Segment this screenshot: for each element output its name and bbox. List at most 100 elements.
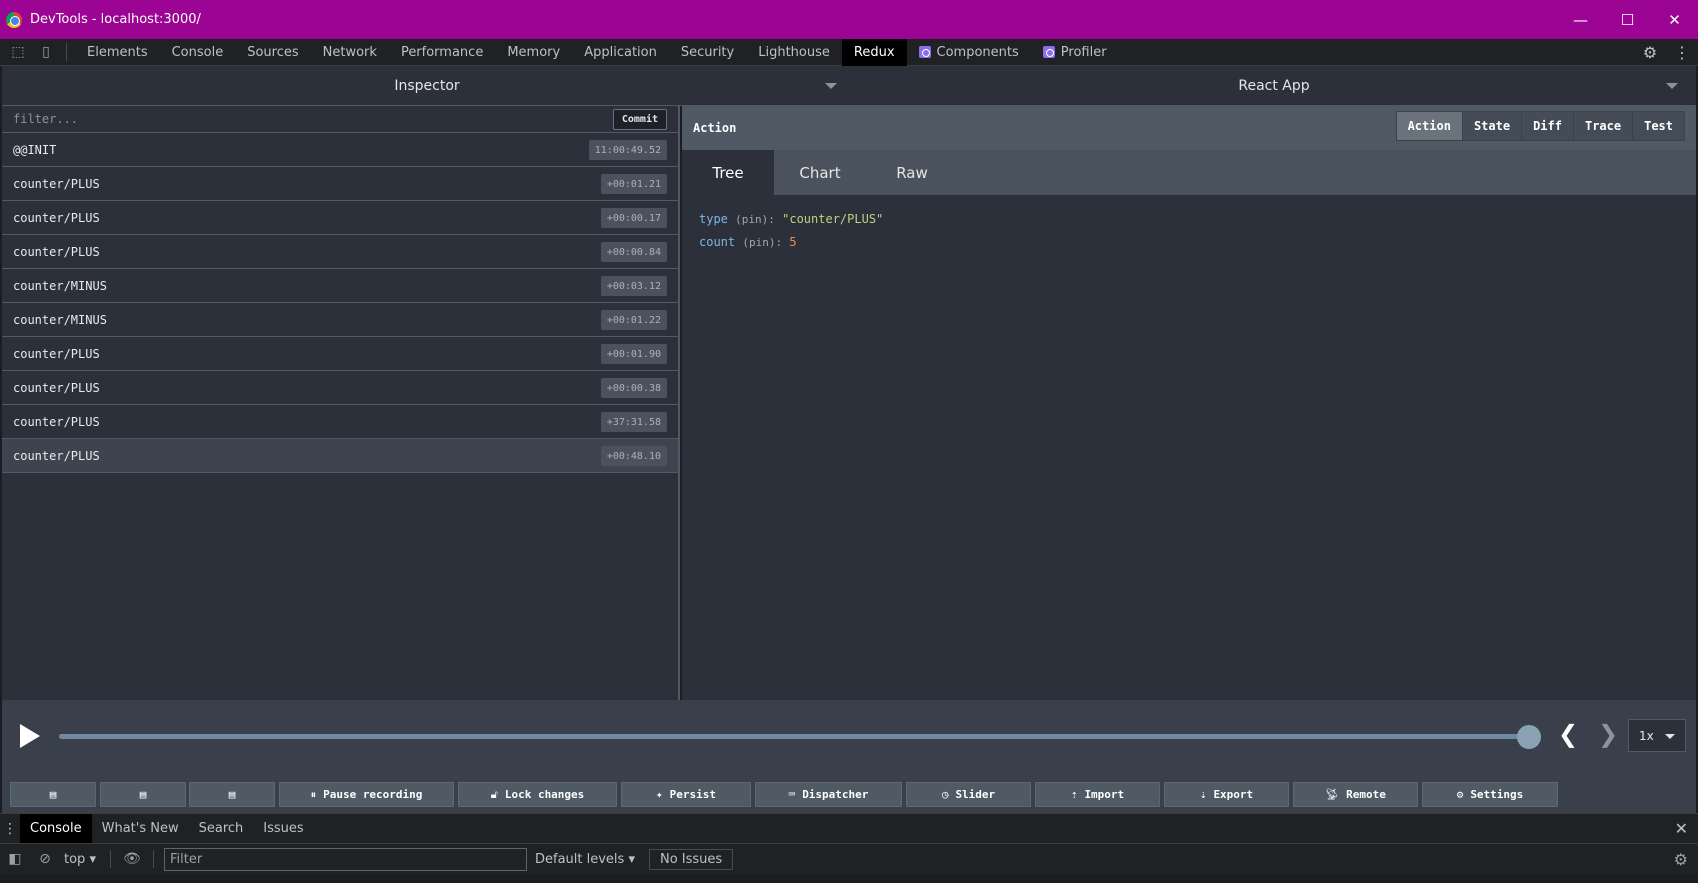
settings-button[interactable]: ⚙ Settings [1422,782,1558,807]
tree-node-pin[interactable]: (pin): [735,213,775,226]
device-toolbar-icon[interactable]: ▯ [32,44,60,60]
more-options-icon[interactable]: ⋮ [1666,43,1698,62]
next-action-chevron-right-icon[interactable]: ❯ [1598,720,1618,748]
action-timestamp-badge: +00:48.10 [600,446,667,466]
drawer-menu-icon[interactable]: ⋮ [0,821,20,837]
devtools-tab-application[interactable]: Application [572,39,669,66]
dock-left-icon: ▤ [49,788,57,801]
action-list-item[interactable]: counter/MINUS +00:03.12 [2,269,678,303]
devtools-tab-sources[interactable]: Sources [235,39,310,66]
drawer-tab-what-s-new[interactable]: What's New [92,814,189,844]
devtools-tab-security[interactable]: Security [669,39,746,66]
inspect-element-icon[interactable]: ⬚ [4,44,32,60]
log-levels-select[interactable]: Default levels ▾ [535,852,635,867]
window-title: DevTools - localhost:3000/ [30,12,201,27]
context-select[interactable]: top ▾ [60,852,104,867]
instance-select[interactable]: React App [852,66,1696,106]
action-filter-input[interactable] [2,106,602,132]
devtools-tab-network[interactable]: Network [311,39,389,66]
action-list-item[interactable]: @@INIT 11:00:49.52 [2,133,678,167]
action-list-item[interactable]: counter/PLUS +00:00.17 [2,201,678,235]
devtools-tab-console[interactable]: Console [160,39,236,66]
devtools-tab-redux[interactable]: Redux [841,38,907,66]
filter-row: Commit [2,106,678,133]
tree-node-key: type [699,212,728,226]
export-button[interactable]: ⇣ Export [1164,782,1289,807]
action-name: counter/PLUS [13,448,100,463]
action-list-item[interactable]: counter/PLUS +00:00.84 [2,235,678,269]
action-timestamp-badge: +00:00.84 [600,242,667,262]
subtab-tree[interactable]: Tree [682,150,774,195]
mode-button-diff[interactable]: Diff [1522,112,1574,140]
devtools-tab-lighthouse[interactable]: Lighthouse [746,39,842,66]
issues-counter-button[interactable]: No Issues [648,848,734,870]
close-window-button[interactable]: ✕ [1651,0,1698,39]
console-filter-input[interactable] [163,847,527,871]
drawer-tab-search[interactable]: Search [189,814,254,844]
action-list-item[interactable]: counter/PLUS +00:01.90 [2,337,678,371]
subtab-chart[interactable]: Chart [774,150,866,195]
devtools-tab-performance[interactable]: Performance [389,39,495,66]
remote-button[interactable]: 📡︎ Remote [1293,782,1418,807]
drawer-tab-console[interactable]: Console [20,813,92,844]
action-list-item[interactable]: counter/MINUS +00:01.22 [2,303,678,337]
instance-select-chevron-down-icon[interactable] [1666,83,1678,89]
devtools-tab-label: Components [936,44,1019,60]
tree-node-pin[interactable]: (pin): [742,236,782,249]
action-name: counter/PLUS [13,244,100,259]
sidebar-toggle-icon[interactable]: ◧ [0,851,30,867]
mode-button-test[interactable]: Test [1633,112,1684,140]
maximize-button[interactable]: ☐ [1604,0,1651,39]
monitor-select-chevron-down-icon[interactable] [825,83,837,89]
minimize-button[interactable]: — [1557,0,1604,39]
previous-action-chevron-left-icon[interactable]: ❮ [1558,720,1578,748]
dispatcher-button[interactable]: ⌨ Dispatcher [755,782,902,807]
mode-button-state[interactable]: State [1462,112,1523,140]
action-timestamp-badge: +00:01.22 [600,310,667,330]
close-drawer-icon[interactable]: ✕ [1675,819,1688,838]
timeline-slider-thumb[interactable] [1517,725,1541,749]
devtools-tab-elements[interactable]: Elements [75,39,160,66]
mode-button-action[interactable]: Action [1396,112,1463,140]
console-settings-gear-icon[interactable]: ⚙ [1674,850,1688,869]
issues-counter-label: No Issues [659,851,723,867]
dock-left-button[interactable]: ▤ [10,782,96,807]
dock-right-button[interactable]: ▤ [100,782,186,807]
react-icon [918,46,931,58]
action-tree: type (pin): "counter/PLUS" count (pin): 5 [682,195,1696,267]
lock-changes-button[interactable]: 🔓︎ Lock changes [458,782,617,807]
playback-speed-select[interactable]: 1x [1628,719,1686,752]
import-button[interactable]: ⇡ Import [1035,782,1160,807]
drawer-tab-issues[interactable]: Issues [253,814,313,844]
dock-bottom-button[interactable]: ▤ [189,782,275,807]
live-expression-eye-icon[interactable]: 👁︎ [117,851,147,867]
react-icon [1042,46,1055,58]
devtools-tab-memory[interactable]: Memory [495,39,572,66]
minimize-icon: — [1573,10,1588,29]
dock-bottom-icon: ▤ [228,788,236,801]
tree-node[interactable]: count (pin): 5 [699,231,1679,254]
timeline-slider-track[interactable] [59,725,1541,749]
commit-button[interactable]: Commit [612,109,667,130]
persist-button[interactable]: ✦ Persist [621,782,751,807]
devtools-tab-profiler[interactable]: Profiler [1031,39,1119,66]
export-label: Export [1213,788,1254,801]
monitor-header: Inspector React App [2,66,1696,106]
subtab-raw[interactable]: Raw [866,150,958,195]
monitor-select[interactable]: Inspector [2,66,852,106]
action-list-item[interactable]: counter/PLUS +37:31.58 [2,405,678,439]
mode-button-trace[interactable]: Trace [1573,112,1634,140]
pause-recording-button[interactable]: ⏸ Pause recording [279,782,454,807]
settings-gear-icon[interactable]: ⚙ [1634,43,1666,62]
tree-node[interactable]: type (pin): "counter/PLUS" [699,208,1679,231]
slider-label: Slider [955,788,996,801]
clear-console-icon[interactable]: ⊘ [30,851,60,867]
action-list-item[interactable]: counter/PLUS +00:00.38 [2,371,678,405]
action-list-item[interactable]: counter/PLUS +00:48.10 [2,439,678,473]
action-name: counter/PLUS [13,176,100,191]
action-list-item[interactable]: counter/PLUS +00:01.21 [2,167,678,201]
play-icon[interactable] [20,724,40,748]
console-toolbar-divider [152,850,154,868]
slider-toggle-button[interactable]: ◷ Slider [906,782,1031,807]
devtools-tab-components[interactable]: Components [907,39,1031,66]
